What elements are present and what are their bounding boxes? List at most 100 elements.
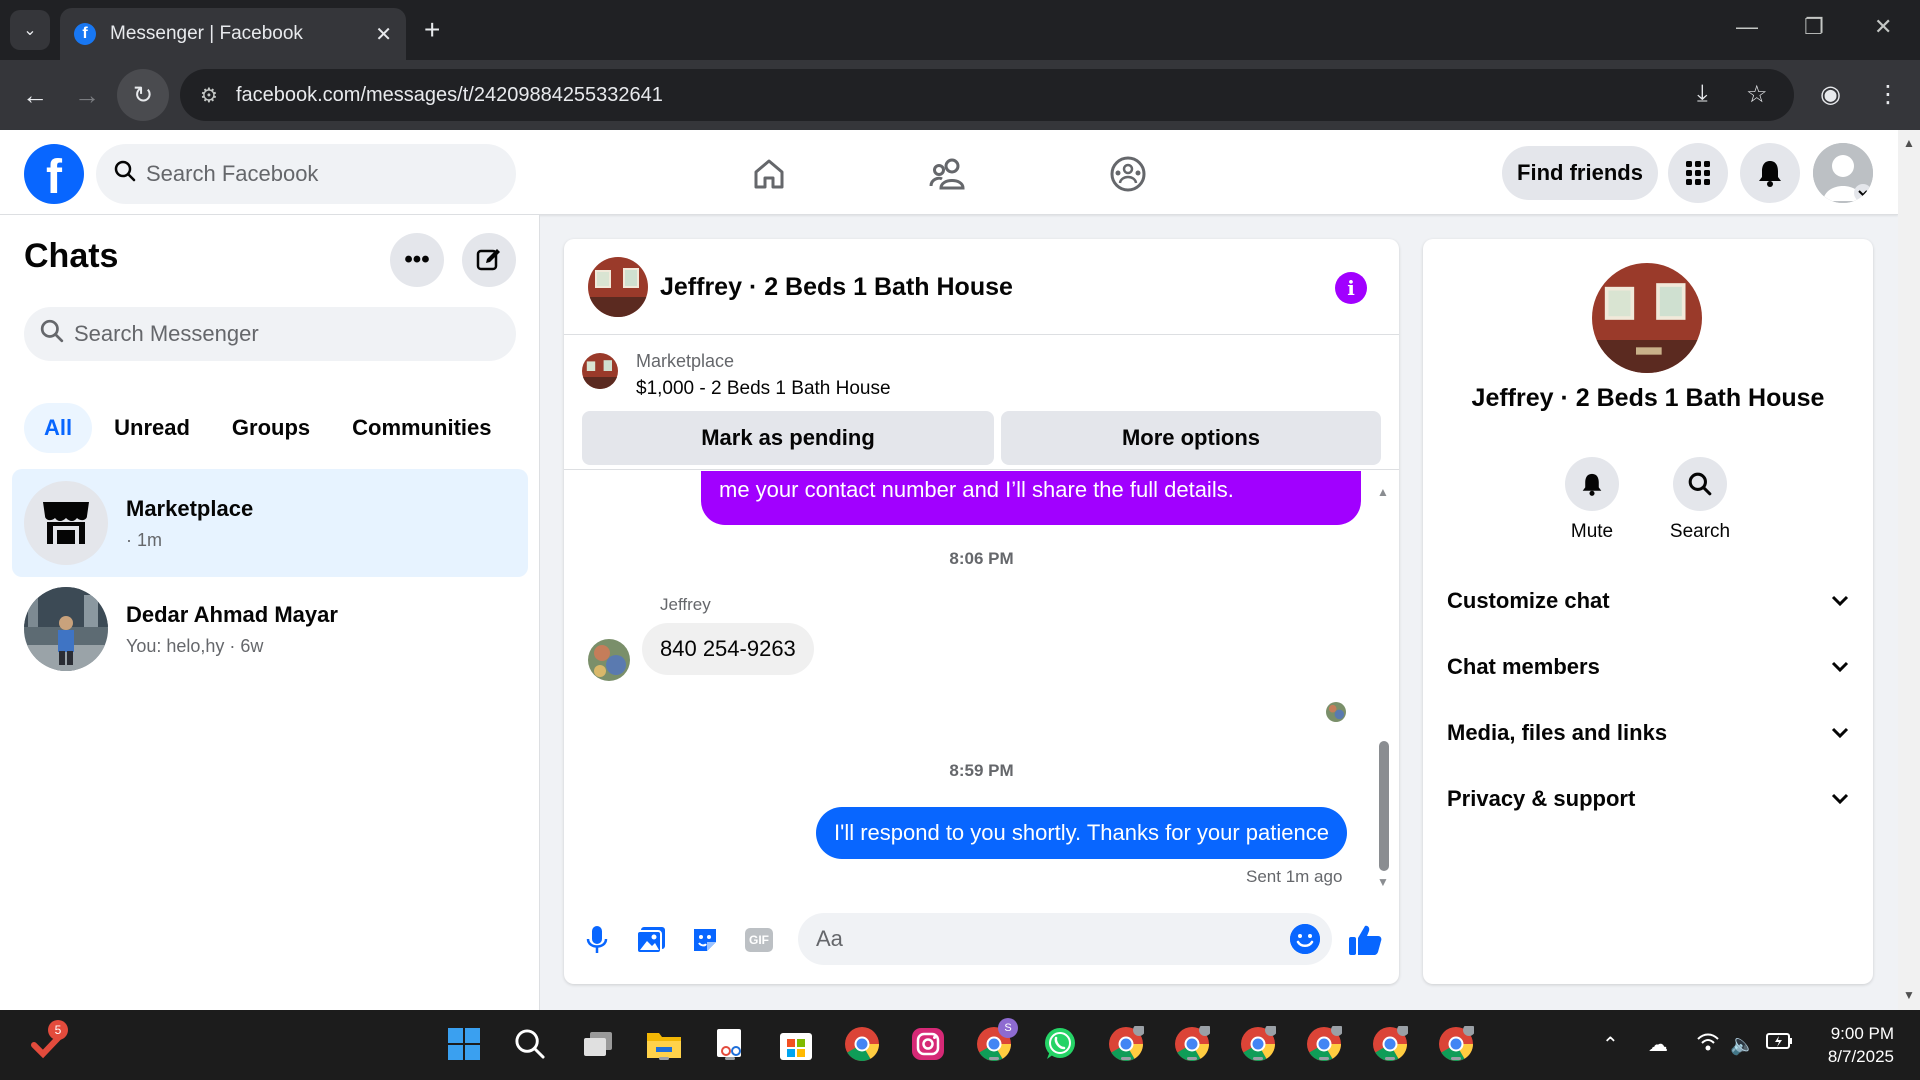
incoming-message-bubble[interactable]: 840 254-9263 bbox=[642, 623, 814, 675]
conversation-title[interactable]: Jeffrey · 2 Beds 1 Bath House bbox=[660, 273, 1013, 302]
chat-preview: You: helo,hy · 6w bbox=[126, 635, 264, 656]
privacy-support-section[interactable]: Privacy & support bbox=[1447, 779, 1849, 819]
show-hidden-icons-icon[interactable]: ⌃ bbox=[1602, 1032, 1619, 1057]
site-info-icon[interactable]: ⚙ bbox=[200, 83, 218, 108]
thumbs-up-icon[interactable] bbox=[1348, 923, 1382, 957]
customize-chat-section[interactable]: Customize chat bbox=[1447, 581, 1849, 621]
profile-badge: S bbox=[998, 1018, 1018, 1038]
scroll-down-icon[interactable]: ▼ bbox=[1377, 875, 1389, 889]
messenger-search-input[interactable]: Search Messenger bbox=[24, 307, 516, 361]
account-avatar[interactable] bbox=[1813, 143, 1873, 203]
scroll-down-icon[interactable]: ▼ bbox=[1903, 988, 1915, 1002]
notifications-bell-icon[interactable] bbox=[1740, 143, 1800, 203]
filter-all[interactable]: All bbox=[24, 403, 93, 453]
facebook-search-input[interactable]: Search Facebook bbox=[96, 144, 516, 204]
section-label: Privacy & support bbox=[1447, 786, 1636, 811]
mark-as-pending-button[interactable]: Mark as pending bbox=[582, 411, 994, 465]
chrome-profile-icon[interactable] bbox=[1304, 1024, 1344, 1064]
find-friends-button[interactable]: Find friends bbox=[1502, 146, 1658, 200]
restore-window-icon[interactable]: ❐ bbox=[1804, 14, 1824, 40]
message-scrollbar-thumb[interactable] bbox=[1379, 741, 1389, 871]
chrome-profile-icon[interactable] bbox=[1436, 1024, 1476, 1064]
snipping-tool-icon[interactable] bbox=[710, 1024, 750, 1064]
browser-toolbar: ← → ↻ ⚙ facebook.com/messages/t/24209884… bbox=[0, 60, 1920, 130]
filter-groups[interactable]: Groups bbox=[212, 403, 330, 453]
task-view-icon[interactable] bbox=[578, 1024, 618, 1064]
tab-search-button[interactable]: ⌄ bbox=[10, 10, 50, 50]
running-indicator bbox=[989, 1057, 999, 1060]
system-clock[interactable]: 9:00 PM 8/7/2025 bbox=[1810, 1022, 1894, 1068]
windows-start-icon[interactable] bbox=[444, 1024, 484, 1064]
chat-item-marketplace[interactable]: Marketplace · 1m bbox=[12, 469, 528, 577]
back-icon[interactable]: ← bbox=[22, 80, 48, 111]
avatar[interactable] bbox=[1592, 263, 1702, 373]
emoji-icon[interactable] bbox=[1290, 924, 1320, 954]
listing-title[interactable]: $1,000 - 2 Beds 1 Bath House bbox=[636, 378, 891, 400]
browser-tabbar: ⌄ f Messenger | Facebook ✕ + — ❐ ✕ bbox=[0, 0, 1920, 60]
address-bar[interactable]: ⚙ facebook.com/messages/t/24209884255332… bbox=[180, 69, 1794, 121]
search-label: Search bbox=[1669, 521, 1731, 542]
avatar[interactable] bbox=[588, 257, 648, 317]
bookmark-star-icon[interactable]: ☆ bbox=[1746, 80, 1768, 109]
media-files-links-section[interactable]: Media, files and links bbox=[1447, 713, 1849, 753]
page-scrollbar[interactable]: ▲ ▼ bbox=[1898, 130, 1920, 1010]
filter-unread[interactable]: Unread bbox=[94, 403, 210, 453]
facebook-logo-icon[interactable]: f bbox=[24, 144, 84, 204]
chat-name: Marketplace bbox=[126, 495, 254, 521]
listing-thumbnail[interactable] bbox=[582, 353, 618, 389]
scroll-up-icon[interactable]: ▲ bbox=[1377, 485, 1389, 499]
friends-icon[interactable] bbox=[924, 150, 972, 198]
install-app-icon[interactable]: ⤓ bbox=[1697, 80, 1708, 108]
outgoing-message-bubble[interactable]: me your contact number and I’ll share th… bbox=[701, 471, 1361, 525]
filter-communities[interactable]: Communities bbox=[332, 403, 511, 453]
outgoing-message-bubble[interactable]: I'll respond to you shortly. Thanks for … bbox=[816, 807, 1347, 859]
groups-icon[interactable] bbox=[1104, 150, 1152, 198]
chrome-profile-icon[interactable] bbox=[1238, 1024, 1278, 1064]
mute-button[interactable]: Mute bbox=[1547, 457, 1637, 543]
minimize-window-icon[interactable]: — bbox=[1736, 14, 1758, 40]
menu-grid-icon[interactable] bbox=[1668, 143, 1728, 203]
profile-icon[interactable]: ◉ bbox=[1820, 80, 1841, 109]
running-indicator bbox=[1187, 1057, 1197, 1060]
chrome-icon[interactable] bbox=[842, 1024, 882, 1064]
wifi-icon[interactable] bbox=[1696, 1032, 1720, 1058]
chrome-menu-icon[interactable]: ⋮ bbox=[1876, 80, 1900, 109]
file-explorer-icon[interactable] bbox=[644, 1024, 684, 1064]
clock-date: 8/7/2025 bbox=[1827, 1047, 1894, 1066]
notification-badge: 5 bbox=[48, 1020, 68, 1040]
todo-app-icon[interactable]: 5 bbox=[28, 1020, 68, 1064]
chat-members-section[interactable]: Chat members bbox=[1447, 647, 1849, 687]
chrome-profile-icon[interactable]: S bbox=[974, 1018, 1018, 1064]
search-icon[interactable] bbox=[510, 1024, 550, 1064]
avatar[interactable] bbox=[588, 639, 630, 681]
search-in-chat-button[interactable]: Search bbox=[1655, 457, 1745, 543]
microphone-icon[interactable] bbox=[580, 923, 614, 957]
scroll-up-icon[interactable]: ▲ bbox=[1903, 136, 1915, 150]
attach-photo-icon[interactable] bbox=[634, 923, 668, 957]
onedrive-warning-icon[interactable]: ☁ bbox=[1648, 1032, 1668, 1057]
close-window-icon[interactable]: ✕ bbox=[1874, 14, 1892, 40]
forward-icon[interactable]: → bbox=[74, 80, 100, 111]
new-message-icon[interactable] bbox=[462, 233, 516, 287]
chats-options-button[interactable]: ••• bbox=[390, 233, 444, 287]
volume-icon[interactable]: 🔈 bbox=[1730, 1032, 1755, 1057]
reload-icon[interactable]: ↻ bbox=[117, 69, 169, 121]
conversation-info-icon[interactable]: i bbox=[1335, 272, 1367, 304]
instagram-icon[interactable] bbox=[908, 1024, 948, 1064]
browser-tab-active[interactable]: f Messenger | Facebook ✕ bbox=[60, 8, 406, 60]
whatsapp-icon[interactable] bbox=[1040, 1024, 1080, 1064]
close-tab-icon[interactable]: ✕ bbox=[375, 22, 392, 47]
more-options-button[interactable]: More options bbox=[1001, 411, 1381, 465]
gif-icon[interactable]: GIF bbox=[742, 923, 776, 957]
chrome-profile-icon[interactable] bbox=[1172, 1024, 1212, 1064]
microsoft-store-icon[interactable] bbox=[776, 1024, 816, 1064]
chat-item-dedar[interactable]: Dedar Ahmad Mayar You: helo,hy · 6w bbox=[12, 575, 528, 683]
chrome-profile-icon[interactable] bbox=[1106, 1024, 1146, 1064]
sticker-icon[interactable] bbox=[688, 923, 722, 957]
message-input[interactable]: Aa bbox=[798, 913, 1332, 965]
new-tab-button[interactable]: + bbox=[424, 14, 440, 46]
home-icon[interactable] bbox=[745, 150, 793, 198]
battery-icon[interactable] bbox=[1766, 1032, 1794, 1056]
chrome-profile-icon[interactable] bbox=[1370, 1024, 1410, 1064]
clock-time: 9:00 PM bbox=[1830, 1024, 1894, 1043]
